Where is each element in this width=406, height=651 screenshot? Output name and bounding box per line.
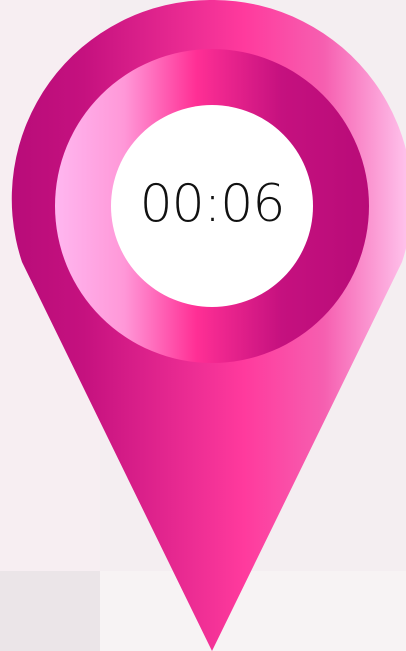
map-pin-icon (11, 0, 406, 651)
timer-display: 00:06 (139, 174, 286, 234)
